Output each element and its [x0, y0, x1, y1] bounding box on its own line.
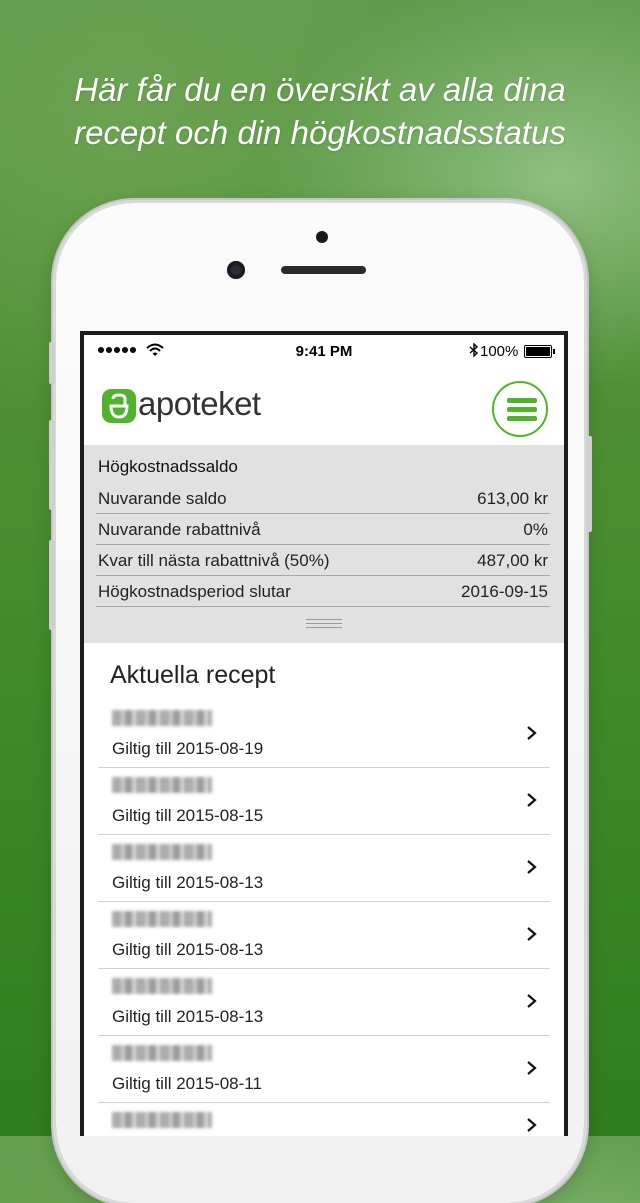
- prescription-row[interactable]: Giltig till 2015-08-13: [98, 969, 550, 1036]
- chevron-right-icon: [527, 1118, 537, 1132]
- section-title: Aktuella recept: [110, 661, 276, 689]
- volume-up-button: [49, 420, 55, 510]
- mute-switch: [49, 342, 55, 384]
- saldo-row-current-balance: Nuvarande saldo 613,00 kr: [96, 483, 550, 514]
- chevron-right-icon: [527, 793, 537, 807]
- prescription-valid-until: Giltig till 2015-08-11: [112, 1074, 262, 1093]
- row-label: Nuvarande saldo: [98, 489, 227, 508]
- battery-icon: [524, 345, 555, 358]
- logo-text: apoteket: [138, 385, 261, 422]
- drag-handle[interactable]: [306, 619, 342, 629]
- prescription-name-blurred: [112, 1045, 212, 1061]
- chevron-right-icon: [527, 726, 537, 740]
- prescription-name-blurred: [112, 978, 212, 994]
- earpiece-speaker: [281, 266, 366, 274]
- saldo-row-period-end: Högkostnadsperiod slutar 2016-09-15: [96, 576, 550, 607]
- prescription-valid-until: Giltig till 2015-08-13: [112, 1007, 264, 1026]
- hogkostnad-panel: Högkostnadssaldo Nuvarande saldo 613,00 …: [84, 445, 564, 643]
- app-screen: 9:41 PM 100% apoteket Högkostnadssaldo N…: [84, 335, 564, 1136]
- panel-title: Högkostnadssaldo: [98, 457, 238, 476]
- saldo-row-discount-level: Nuvarande rabattnivå 0%: [96, 514, 550, 545]
- battery-percentage: 100%: [480, 343, 519, 360]
- prescription-row[interactable]: [98, 1103, 550, 1136]
- chevron-right-icon: [527, 1061, 537, 1075]
- apoteket-logo-icon: [102, 389, 136, 423]
- prescription-name-blurred: [112, 844, 212, 860]
- proximity-sensor: [316, 231, 328, 243]
- promo-headline: Här får du en översikt av alla dina rece…: [0, 68, 640, 154]
- row-label: Kvar till nästa rabattnivå (50%): [98, 551, 330, 570]
- app-header: apoteket: [84, 365, 564, 445]
- bluetooth-icon: [469, 343, 479, 357]
- prescription-name-blurred: [112, 1112, 212, 1128]
- row-value: 2016-09-15: [461, 582, 548, 601]
- power-button: [586, 436, 592, 532]
- prescriptions-section: Aktuella recept Giltig till 2015-08-19 G…: [84, 643, 564, 1136]
- promo-line-2: recept och din högkostnadsstatus: [74, 114, 566, 151]
- prescription-valid-until: Giltig till 2015-08-13: [112, 940, 264, 959]
- saldo-row-remaining: Kvar till nästa rabattnivå (50%) 487,00 …: [96, 545, 550, 576]
- prescription-valid-until: Giltig till 2015-08-15: [112, 806, 264, 825]
- prescription-row[interactable]: Giltig till 2015-08-13: [98, 902, 550, 969]
- prescription-valid-until: Giltig till 2015-08-13: [112, 873, 264, 892]
- row-label: Högkostnadsperiod slutar: [98, 582, 291, 601]
- chevron-right-icon: [527, 860, 537, 874]
- row-value: 613,00 kr: [477, 489, 548, 508]
- front-camera: [227, 261, 245, 279]
- hamburger-menu-button[interactable]: [492, 381, 548, 437]
- chevron-right-icon: [527, 927, 537, 941]
- volume-down-button: [49, 540, 55, 630]
- chevron-right-icon: [527, 994, 537, 1008]
- promo-line-1: Här får du en översikt av alla dina: [74, 71, 566, 108]
- prescription-row[interactable]: Giltig till 2015-08-19: [98, 701, 550, 768]
- prescription-name-blurred: [112, 777, 212, 793]
- prescription-row[interactable]: Giltig till 2015-08-15: [98, 768, 550, 835]
- prescription-valid-until: Giltig till 2015-08-19: [112, 739, 264, 758]
- prescription-name-blurred: [112, 710, 212, 726]
- phone-screen: 9:41 PM 100% apoteket Högkostnadssaldo N…: [80, 331, 568, 1136]
- row-value: 487,00 kr: [477, 551, 548, 570]
- row-label: Nuvarande rabattnivå: [98, 520, 261, 539]
- prescription-row[interactable]: Giltig till 2015-08-11: [98, 1036, 550, 1103]
- prescription-row[interactable]: Giltig till 2015-08-13: [98, 835, 550, 902]
- row-value: 0%: [523, 520, 548, 539]
- prescription-name-blurred: [112, 911, 212, 927]
- status-bar: 9:41 PM 100%: [84, 335, 564, 365]
